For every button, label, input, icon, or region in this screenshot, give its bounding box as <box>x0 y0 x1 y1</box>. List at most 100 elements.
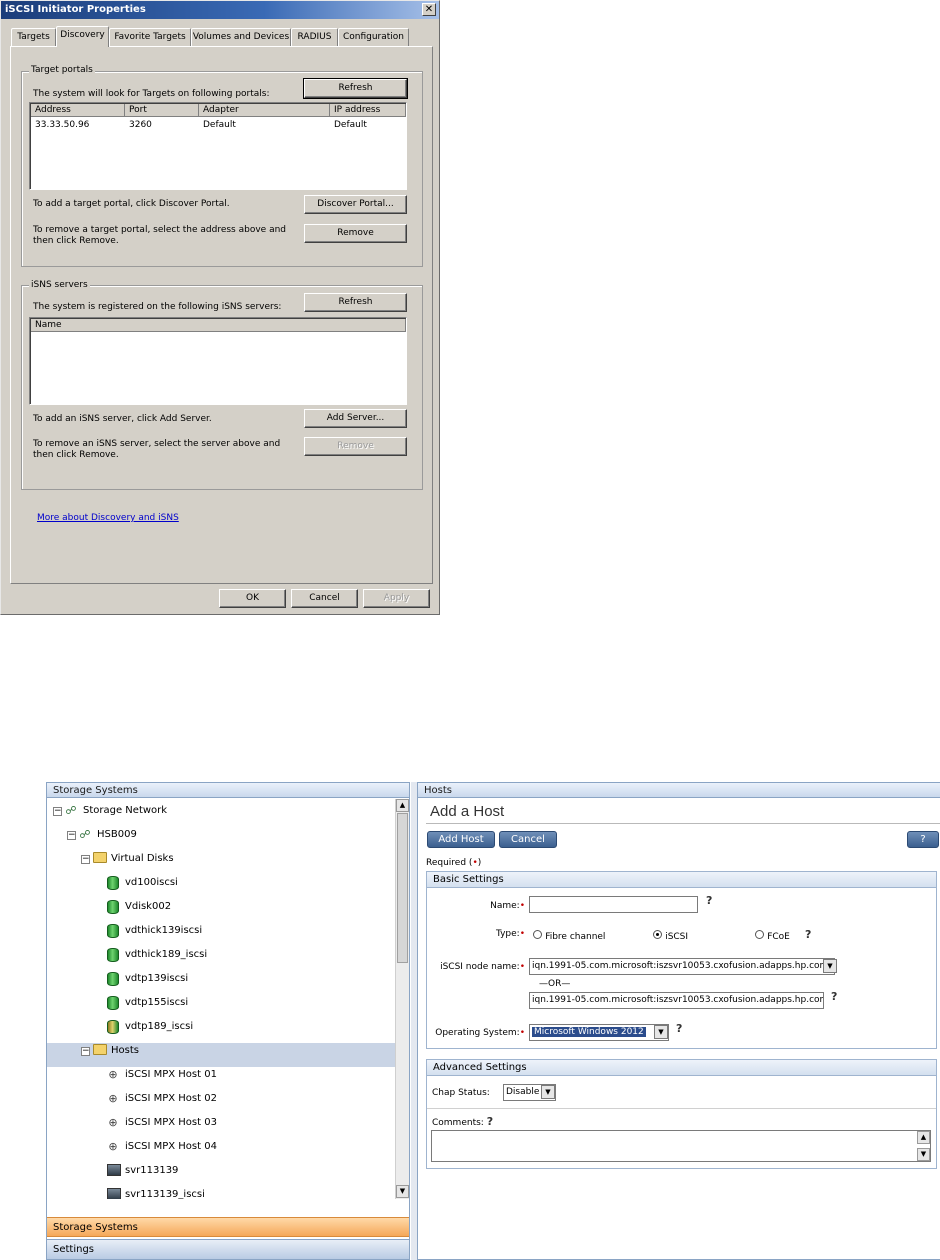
chevron-down-icon[interactable]: ▼ <box>541 1085 555 1099</box>
network-icon: ☍ <box>65 804 77 817</box>
tree-item[interactable]: vd100iscsi <box>47 875 395 899</box>
nav-settings[interactable]: Settings <box>47 1239 409 1259</box>
comments-help-icon[interactable]: ? <box>487 1115 493 1128</box>
column-header-port[interactable]: Port <box>125 104 199 117</box>
column-header-ip-address[interactable]: IP address <box>330 104 406 117</box>
node-name-input[interactable]: iqn.1991-05.com.microsoft:iszsvr10053.cx… <box>529 992 824 1009</box>
tree-item[interactable]: − Virtual Disks <box>47 851 395 875</box>
os-help-icon[interactable]: ? <box>676 1022 682 1035</box>
radio-fcoe[interactable] <box>755 930 764 939</box>
apply-button[interactable]: Apply <box>363 589 430 608</box>
scroll-down-icon[interactable]: ▼ <box>396 1185 409 1198</box>
scroll-up-icon[interactable]: ▲ <box>917 1131 930 1144</box>
add-host-button[interactable]: Add Host <box>427 831 495 848</box>
collapse-toggle-icon[interactable]: − <box>81 1047 90 1056</box>
tree-item-label: vdthick139iscsi <box>125 925 203 936</box>
type-radio-fibre-channel[interactable]: Fibre channel <box>533 930 605 942</box>
tree-item[interactable]: ⊕ iSCSI MPX Host 04 <box>47 1139 395 1163</box>
discover-portal-button[interactable]: Discover Portal... <box>304 195 407 214</box>
tab-radius[interactable]: RADIUS <box>291 28 338 46</box>
radio-iscsi[interactable] <box>653 930 662 939</box>
column-header-adapter[interactable]: Adapter <box>199 104 330 117</box>
type-radio-fcoe[interactable]: FCoE <box>755 930 790 942</box>
node-name-select[interactable]: iqn.1991-05.com.microsoft:iszsvr10053.cx… <box>529 958 835 975</box>
hosts-panel: Hosts Add a Host Add Host Cancel ? Requi… <box>417 782 940 1260</box>
target-portals-list[interactable]: Address Port Adapter IP address 33.33.50… <box>29 102 407 190</box>
cancel-add-host-button[interactable]: Cancel <box>499 831 557 848</box>
storage-tree[interactable]: − ☍ Storage Network − ☍ HSB009− Virtual Disks v… <box>47 799 395 1199</box>
name-input[interactable] <box>529 896 698 913</box>
dialog-title: iSCSI Initiator Properties <box>5 4 146 15</box>
tree-item[interactable]: Vdisk002 <box>47 899 395 923</box>
tree-item[interactable]: − Hosts <box>47 1043 395 1067</box>
name-help-icon[interactable]: ? <box>706 894 712 907</box>
virtual-disks-folder-icon <box>93 852 107 869</box>
tree-scrollbar[interactable]: ▲ ▼ <box>395 799 409 1199</box>
iscsi-host-icon: ⊕ <box>108 1068 118 1081</box>
portal-ip: Default <box>334 120 367 130</box>
remove-portal-button[interactable]: Remove <box>304 224 407 243</box>
discovery-tab-panel: Target portals The system will look for … <box>10 46 433 584</box>
comments-textarea[interactable]: ▲ ▼ <box>431 1130 931 1162</box>
scroll-down-icon[interactable]: ▼ <box>917 1148 930 1161</box>
add-server-button[interactable]: Add Server... <box>304 409 407 428</box>
tab-volumes-and-devices[interactable]: Volumes and Devices <box>191 28 291 46</box>
tree-item[interactable]: vdtp139iscsi <box>47 971 395 995</box>
tree-item-label: iSCSI MPX Host 01 <box>125 1069 217 1080</box>
tab-targets[interactable]: Targets <box>11 28 56 46</box>
tree-item[interactable]: ⊕ iSCSI MPX Host 03 <box>47 1115 395 1139</box>
isns-servers-list[interactable]: Name <box>29 317 407 405</box>
scroll-thumb[interactable] <box>397 813 408 963</box>
tree-item[interactable]: ⊕ iSCSI MPX Host 02 <box>47 1091 395 1115</box>
tree-item[interactable]: − ☍ Storage Network <box>47 803 395 827</box>
disk-icon <box>107 924 119 944</box>
tab-discovery[interactable]: Discovery <box>56 26 109 47</box>
tree-item[interactable]: vdthick139iscsi <box>47 923 395 947</box>
column-header-name[interactable]: Name <box>31 319 406 332</box>
folder-icon <box>93 1044 107 1061</box>
more-about-discovery-link[interactable]: More about Discovery and iSNS <box>37 513 179 523</box>
collapse-toggle-icon[interactable]: − <box>53 807 62 816</box>
tree-item[interactable]: vdthick189_iscsi <box>47 947 395 971</box>
radio-fibre-channel[interactable] <box>533 930 542 939</box>
tree-item[interactable]: vdtp189_iscsi <box>47 1019 395 1043</box>
chevron-down-icon[interactable]: ▼ <box>823 959 837 973</box>
table-row[interactable]: 33.33.50.96 3260 Default Default <box>31 119 407 131</box>
column-header-address[interactable]: Address <box>31 104 125 117</box>
tab-favorite-targets[interactable]: Favorite Targets <box>109 28 191 46</box>
refresh-portals-button[interactable]: Refresh <box>303 78 408 99</box>
os-label-text: Operating System: <box>435 1028 520 1038</box>
add-portal-hint: To add a target portal, click Discover P… <box>33 199 230 209</box>
portal-adapter: Default <box>203 120 236 130</box>
advanced-divider <box>427 1108 936 1109</box>
tree-item[interactable]: svr113139 <box>47 1163 395 1187</box>
tree-item[interactable]: vdtp155iscsi <box>47 995 395 1019</box>
cancel-button[interactable]: Cancel <box>291 589 358 608</box>
name-label-text: Name: <box>490 901 520 911</box>
refresh-isns-button[interactable]: Refresh <box>304 293 407 312</box>
type-label-text: Type: <box>495 929 520 939</box>
ok-button[interactable]: OK <box>219 589 286 608</box>
os-select[interactable]: Microsoft Windows 2012 <box>529 1024 669 1041</box>
tree-item[interactable]: svr113139_iscsi <box>47 1187 395 1199</box>
nav-storage-systems[interactable]: Storage Systems <box>47 1217 409 1237</box>
scroll-up-icon[interactable]: ▲ <box>396 799 409 812</box>
type-radio-iscsi[interactable]: iSCSI <box>653 930 688 942</box>
tree-item[interactable]: − ☍ HSB009 <box>47 827 395 851</box>
collapse-toggle-icon[interactable]: − <box>67 831 76 840</box>
remove-isns-button[interactable]: Remove <box>304 437 407 456</box>
tree-item-label: Hosts <box>111 1045 139 1056</box>
tree-item-label: iSCSI MPX Host 04 <box>125 1141 217 1152</box>
collapse-toggle-icon[interactable]: − <box>81 855 90 864</box>
tree-item[interactable]: ⊕ iSCSI MPX Host 01 <box>47 1067 395 1091</box>
tree-item-label: vdthick189_iscsi <box>125 949 208 960</box>
tree-item-label: svr113139_iscsi <box>125 1189 205 1199</box>
help-button[interactable]: ? <box>907 831 939 848</box>
chevron-down-icon[interactable]: ▼ <box>654 1025 668 1039</box>
type-help-icon[interactable]: ? <box>805 928 811 941</box>
portal-address: 33.33.50.96 <box>35 120 90 130</box>
close-button[interactable]: ✕ <box>422 3 436 16</box>
node-name-help-icon[interactable]: ? <box>831 990 837 1003</box>
tab-configuration[interactable]: Configuration <box>338 28 409 46</box>
disk-warning-icon <box>107 1020 119 1040</box>
